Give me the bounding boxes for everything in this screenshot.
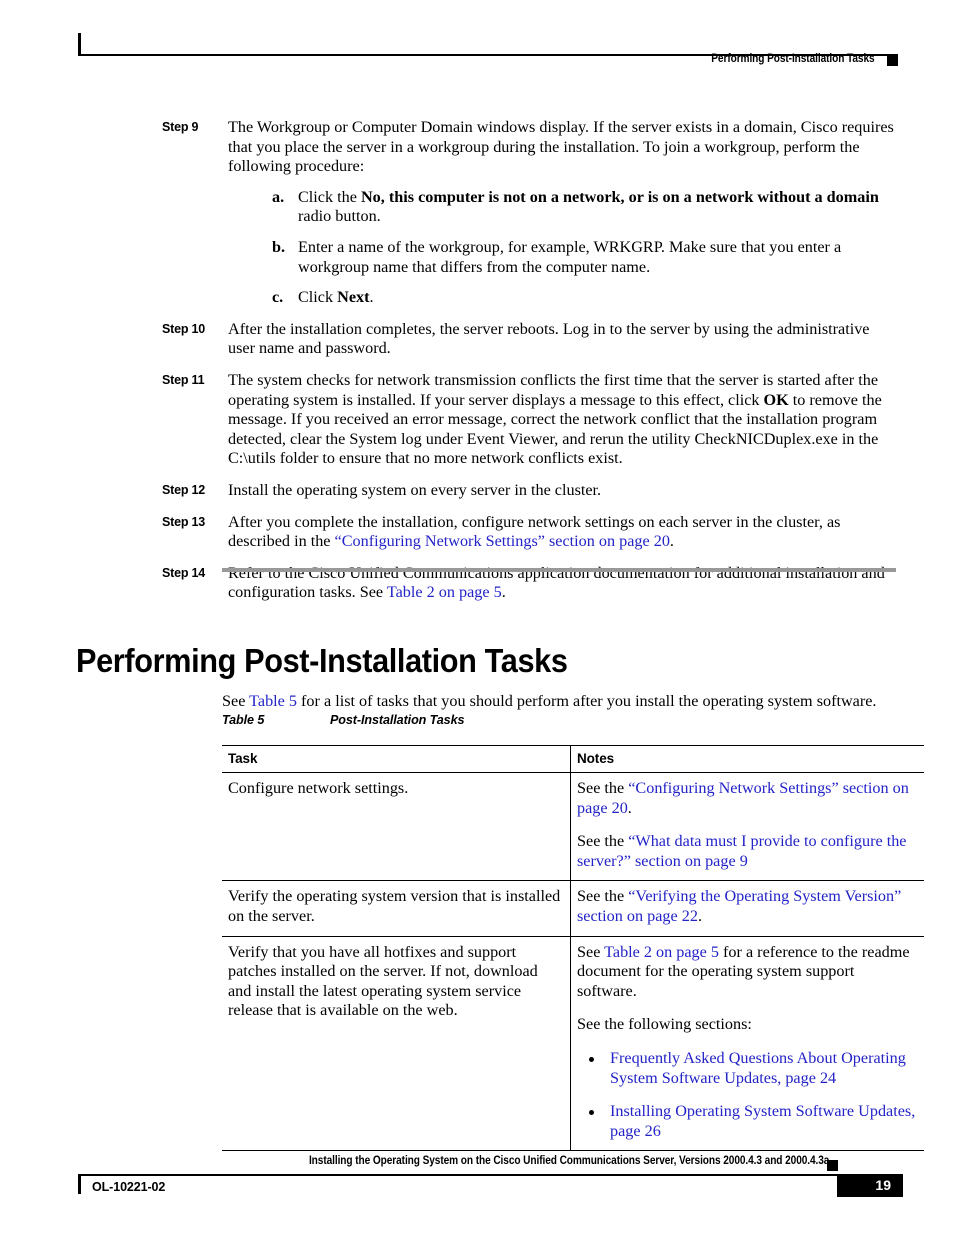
header-tick-mark <box>78 33 81 55</box>
table-row: Configure network settings. See the “Con… <box>222 772 924 882</box>
substep-label: b. <box>272 237 286 256</box>
notes-text-lead: See the <box>577 887 629 906</box>
cross-reference-link[interactable]: Frequently Asked Questions About Operati… <box>610 1049 906 1087</box>
step-item: Step 11 The system checks for network tr… <box>162 371 898 469</box>
bullet-icon <box>589 1110 594 1116</box>
column-header-notes: Notes <box>570 745 924 773</box>
step-item: Step 13 After you complete the installat… <box>162 513 898 552</box>
substep-item: b. Enter a name of the workgroup, for ex… <box>272 238 898 277</box>
post-installation-tasks-table: Task Notes Configure network settings. S… <box>222 745 924 1152</box>
substep-label: a. <box>272 187 285 206</box>
substep-body: Click the No, this computer is not on a … <box>298 188 898 227</box>
cell-task: Verify that you have all hotfixes and su… <box>222 936 571 1152</box>
notes-paragraph: See Table 2 on page 5 for a reference to… <box>577 943 916 1002</box>
notes-paragraph: See the following sections: <box>577 1015 752 1034</box>
step-text: The Workgroup or Computer Domain windows… <box>228 118 894 176</box>
step-label: Step 13 <box>162 514 206 529</box>
step-text-tail: . <box>501 583 506 602</box>
step-body: Install the operating system on every se… <box>228 480 602 499</box>
substep-list: a. Click the No, this computer is not on… <box>272 188 898 308</box>
page-number: 19 <box>875 1177 891 1193</box>
cross-reference-link[interactable]: “Configuring Network Settings” section o… <box>335 532 670 550</box>
step-label: Step 9 <box>162 120 199 134</box>
substep-text-tail: radio button. <box>298 207 381 226</box>
step-body: The Workgroup or Computer Domain windows… <box>228 118 898 308</box>
substep-bold-term: No, this computer is not on a network, o… <box>360 187 879 206</box>
step-bold-term: OK <box>763 390 789 409</box>
step-item: Step 10 After the installation completes… <box>162 320 898 359</box>
notes-paragraph: See the “Configuring Network Settings” s… <box>577 779 916 818</box>
page-number-box: 19 <box>837 1174 903 1197</box>
footer-tick-mark <box>78 1174 81 1194</box>
page-header: Performing Post-Installation Tasks <box>78 33 898 66</box>
substep-item: c. Click Next. <box>272 288 898 308</box>
substep-text-tail: . <box>369 288 374 307</box>
notes-text-lead: See <box>577 942 605 961</box>
step-body: After you complete the installation, con… <box>228 513 898 552</box>
notes-text-lead: See the <box>577 779 629 797</box>
step-label: Step 14 <box>162 565 206 580</box>
bullet-icon <box>589 1056 594 1062</box>
column-header-task: Task <box>222 745 571 773</box>
table-header-row: Task Notes <box>222 745 924 773</box>
page-title: Performing Post-Installation Tasks <box>76 642 568 680</box>
step-item: Step 9 The Workgroup or Computer Domain … <box>162 118 898 308</box>
header-square-marker <box>887 55 898 66</box>
table-reference-link[interactable]: Table 2 on page 5 <box>604 943 719 961</box>
step-body: After the installation completes, the se… <box>228 319 870 358</box>
step-list: Step 9 The Workgroup or Computer Domain … <box>162 118 898 615</box>
notes-bullet-list: Frequently Asked Questions About Operati… <box>577 1049 916 1141</box>
list-item: Installing Operating System Software Upd… <box>577 1102 916 1141</box>
footer-square-marker <box>827 1160 838 1171</box>
cell-notes: See the “Verifying the Operating System … <box>570 880 924 937</box>
cross-reference-link[interactable]: Table 2 on page 5 <box>387 583 502 601</box>
step-label: Step 12 <box>162 482 206 497</box>
cell-task: Verify the operating system version that… <box>222 880 571 937</box>
intro-text-lead: See <box>222 692 250 711</box>
substep-text-lead: Click <box>298 288 338 307</box>
section-divider-rule <box>222 568 896 572</box>
table-reference-link[interactable]: Table 5 <box>249 692 297 710</box>
notes-paragraph: See the “Verifying the Operating System … <box>577 887 916 926</box>
page-footer: Installing the Operating System on the C… <box>78 1155 903 1215</box>
table-row: Verify the operating system version that… <box>222 880 924 937</box>
footer-document-id: OL-10221-02 <box>92 1180 166 1194</box>
footer-rule <box>78 1174 903 1176</box>
step-body: The system checks for network transmissi… <box>228 371 898 469</box>
notes-text-tail: . <box>627 798 632 817</box>
notes-text-tail: . <box>697 906 702 925</box>
step-text-tail: . <box>669 532 674 551</box>
substep-label: c. <box>272 288 284 307</box>
table-header: Task Notes <box>222 745 924 773</box>
table-caption: Table 5 Post-Installation Tasks <box>222 713 465 727</box>
table-row: Verify that you have all hotfixes and su… <box>222 936 924 1152</box>
cell-notes: See the “Configuring Network Settings” s… <box>570 772 924 882</box>
substep-text-lead: Click the <box>298 187 361 206</box>
intro-text-tail: for a list of tasks that you should perf… <box>297 692 877 711</box>
table-caption-number: Table 5 <box>222 713 265 727</box>
list-item: Frequently Asked Questions About Operati… <box>577 1049 916 1088</box>
substep-item: a. Click the No, this computer is not on… <box>272 188 898 227</box>
step-item: Step 12 Install the operating system on … <box>162 481 898 501</box>
table-caption-title: Post-Installation Tasks <box>330 713 465 727</box>
footer-document-title: Installing the Operating System on the C… <box>308 1155 829 1167</box>
document-page: Performing Post-Installation Tasks Step … <box>0 0 954 1235</box>
notes-text-lead: See the <box>577 832 629 851</box>
step-label: Step 10 <box>162 321 206 336</box>
substep-bold-term: Next <box>337 288 370 307</box>
step-label: Step 11 <box>162 372 205 387</box>
substep-body: Click Next. <box>298 288 898 308</box>
cell-notes: See Table 2 on page 5 for a reference to… <box>570 936 924 1152</box>
substep-body: Enter a name of the workgroup, for examp… <box>298 237 842 276</box>
cell-task: Configure network settings. <box>222 772 571 882</box>
table-body: Configure network settings. See the “Con… <box>222 772 924 1152</box>
header-title: Performing Post-Installation Tasks <box>711 53 875 65</box>
cross-reference-link[interactable]: Installing Operating System Software Upd… <box>610 1102 915 1140</box>
notes-paragraph: See the “What data must I provide to con… <box>577 832 916 871</box>
intro-paragraph: See Table 5 for a list of tasks that you… <box>222 692 898 712</box>
